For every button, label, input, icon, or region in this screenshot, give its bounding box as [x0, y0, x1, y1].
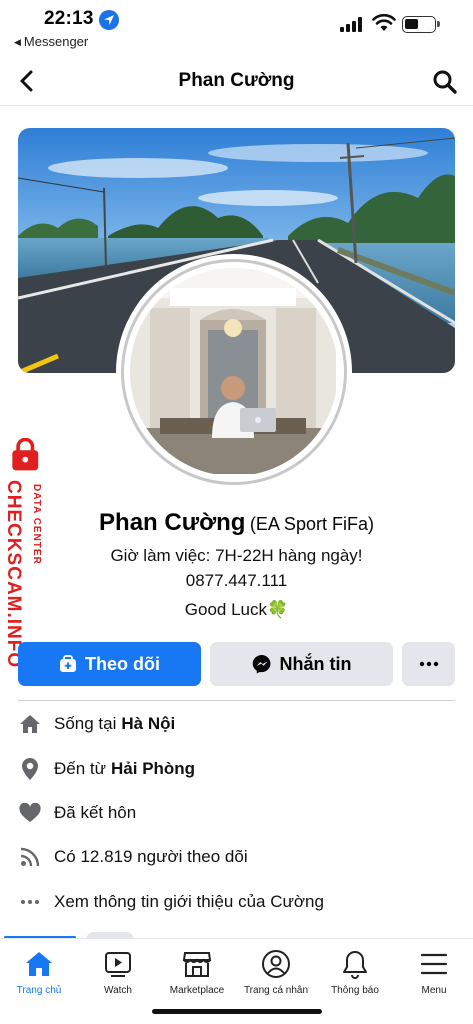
store-icon [182, 952, 212, 977]
profile-avatar[interactable] [116, 254, 352, 490]
rss-icon [18, 845, 42, 869]
nav-watch[interactable]: Watch [79, 947, 157, 996]
cellular-signal-icon [340, 16, 364, 32]
profile-name: Phan Cường (EA Sport FiFa) [0, 509, 473, 537]
bell-icon [343, 951, 367, 979]
nav-notifications[interactable]: Thông báo [316, 947, 394, 996]
location-pin-icon [18, 757, 42, 781]
top-header: Phan Cường [0, 56, 473, 106]
profile-display-name: Phan Cường [99, 509, 246, 536]
nav-marketplace[interactable]: Marketplace [158, 947, 236, 996]
bio-line: Giờ làm việc: 7H-22H hàng ngày! [110, 546, 363, 565]
info-label: Đến từ [54, 759, 107, 778]
info-lives-in: Sống tại Hà Nội [18, 709, 455, 739]
info-from: Đến từ Hải Phòng [18, 754, 455, 784]
home-icon [18, 712, 42, 736]
info-value[interactable]: Hà Nội [121, 714, 175, 734]
nav-profile[interactable]: Trang cá nhân [237, 947, 315, 996]
follow-button[interactable]: Theo dõi [18, 642, 201, 686]
messenger-icon [252, 654, 272, 674]
info-label: Xem thông tin giới thiệu của Cường [54, 892, 324, 911]
message-label: Nhắn tin [279, 653, 352, 674]
nav-label: Watch [104, 985, 132, 996]
bio-line: 0877.447.111 [185, 571, 288, 590]
nav-label: Trang cá nhân [243, 985, 309, 996]
info-label: Đã kết hôn [54, 803, 137, 822]
status-bar: 22:13 ◀ Messenger [0, 0, 473, 52]
page-title: Phan Cường [178, 70, 295, 91]
nav-label: Marketplace [169, 985, 225, 996]
battery-icon [402, 16, 440, 33]
info-label: Có 12.819 người theo dõi [54, 847, 248, 866]
bio-line: Good Luck🍀 [184, 600, 289, 619]
info-value[interactable]: Hải Phòng [111, 759, 195, 779]
nav-label: Menu [421, 985, 447, 996]
location-arrow-icon [99, 10, 119, 30]
wifi-icon [372, 14, 396, 31]
profile-alternate-name: (EA Sport FiFa) [249, 514, 374, 534]
menu-icon [420, 953, 448, 975]
back-app-label: Messenger [23, 34, 89, 49]
nav-label: Thông báo [331, 985, 379, 996]
message-button[interactable]: Nhắn tin [210, 642, 393, 686]
home-icon [26, 952, 52, 976]
divider [18, 700, 455, 701]
follow-add-icon [59, 655, 77, 673]
info-followers[interactable]: Có 12.819 người theo dõi [18, 842, 455, 872]
status-time: 22:13 [44, 8, 94, 29]
more-dots-icon [419, 661, 438, 667]
follow-label: Theo dõi [85, 653, 160, 674]
info-see-about[interactable]: Xem thông tin giới thiệu của Cường [18, 887, 455, 917]
nav-menu[interactable]: Menu [395, 947, 473, 996]
heart-icon [18, 801, 42, 825]
back-to-app-link[interactable]: ◀ Messenger [14, 34, 88, 49]
home-indicator [152, 1009, 322, 1014]
info-label: Sống tại [54, 714, 117, 733]
watermark-brand: CHECKSCAM.INFO [3, 480, 24, 669]
more-dots-icon [18, 890, 42, 914]
nav-home[interactable]: Trang chủ [0, 947, 78, 996]
profile-icon [262, 950, 290, 978]
info-relationship: Đã kết hôn [18, 798, 455, 828]
search-icon[interactable] [431, 68, 459, 96]
more-options-button[interactable] [402, 642, 455, 686]
video-icon [105, 952, 131, 977]
lock-icon [12, 438, 39, 471]
nav-label: Trang chủ [16, 985, 62, 996]
